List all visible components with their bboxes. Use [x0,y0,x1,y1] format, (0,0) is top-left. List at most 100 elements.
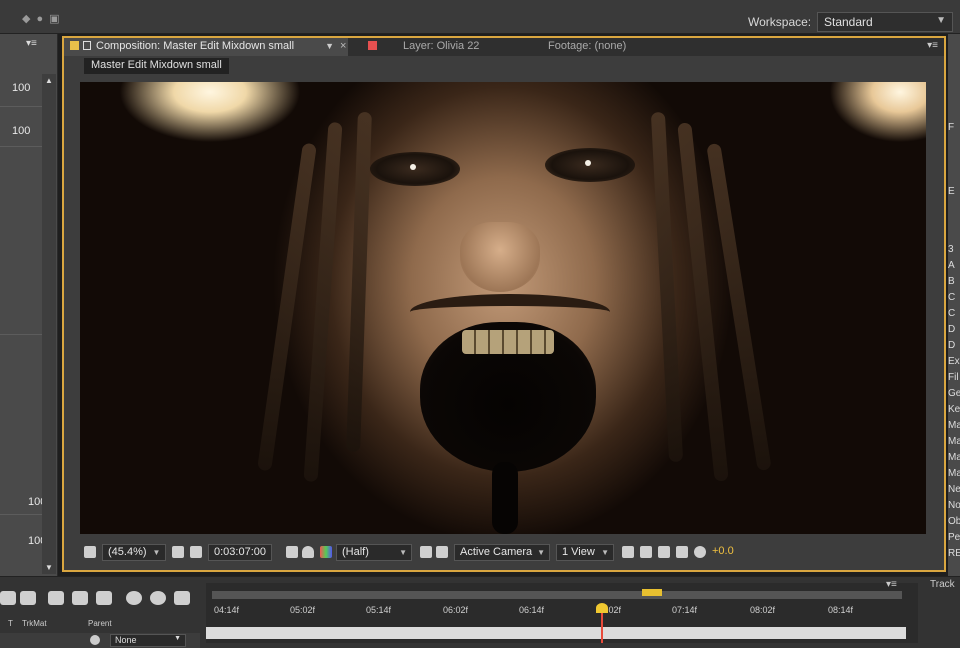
list-item[interactable]: Ma [948,420,960,431]
list-item[interactable]: Ge [948,388,960,399]
list-item[interactable]: A [948,260,955,271]
chevron-down-icon[interactable]: ▼ [325,41,334,51]
comment-icon[interactable] [126,591,142,605]
composition-viewer[interactable] [80,82,926,534]
list-item[interactable]: Ob [948,516,960,527]
chevron-down-icon: ▼ [174,635,181,642]
list-item[interactable]: B [948,276,955,287]
timeline-icon[interactable] [658,546,670,558]
close-icon[interactable]: × [340,40,346,52]
tracker-panel-tab[interactable]: Track [930,579,955,590]
panel-menu-icon[interactable]: ▾≡ [886,579,897,590]
workspace-select[interactable]: Standard ▼ [817,12,953,32]
work-area-bar[interactable] [212,591,902,599]
region-of-interest-icon[interactable] [420,546,432,558]
magnification-select[interactable]: (45.4%) ▼ [102,544,167,561]
effects-presets-panel: F E 3 A B C C D D Ex Fil Ge Ke Ma Ma Ma … [948,34,960,582]
graph-editor-icon[interactable] [174,591,190,605]
mask-visibility-icon[interactable] [190,546,202,558]
resolution-select[interactable]: (Half) ▼ [336,544,412,561]
exposure-value[interactable]: +0.0 [712,545,734,557]
column-trkmat: TrkMat [22,619,47,628]
safe-margins-icon[interactable] [172,546,184,558]
always-preview-icon[interactable] [84,546,96,558]
eye-right [545,148,635,182]
list-item[interactable]: Ne [948,484,960,495]
frame-blending-icon[interactable] [72,591,88,605]
property-value[interactable]: 100 [12,125,30,137]
tick-label: 04:14f [214,605,240,615]
list-item[interactable]: Ke [948,404,960,415]
list-item[interactable]: Ex [948,356,960,367]
list-item[interactable]: E [948,186,955,197]
tick-label: 05:14f [366,605,392,615]
tick-label: 06:14f [519,605,545,615]
parent-select[interactable]: None ▼ [110,634,186,647]
reset-exposure-icon[interactable] [694,546,706,558]
list-item[interactable]: Pers [948,532,960,543]
viewer-toolbar: (45.4%) ▼ 0:03:07:00 (Half) ▼ Active Camer… [80,542,926,564]
draft-3d-icon[interactable] [20,591,36,605]
breadcrumb[interactable]: Master Edit Mixdown small [84,58,229,74]
top-bar: ◆●▣ Workspace: Standard ▼ [0,0,960,34]
panel-menu-icon[interactable]: ▾≡ [927,40,938,51]
workspace-label: Workspace: [748,15,812,29]
composition-icon [70,41,79,50]
panel-menu-icon[interactable]: ▾≡ [26,38,37,49]
tab-composition[interactable]: Composition: Master Edit Mixdown small ▼ [64,38,348,56]
timeline-toolbar [0,585,200,611]
list-item[interactable]: 3 [948,244,954,255]
tab-footage[interactable]: Footage: (none) [542,38,702,56]
scrollbar[interactable]: ▲ ▼ [42,74,56,574]
stopwatch-icon[interactable] [150,591,166,605]
list-item[interactable]: Fil [948,372,959,383]
hide-shy-layers-icon[interactable] [48,591,64,605]
current-time-field[interactable]: 0:03:07:00 [208,544,272,561]
effect-controls-panel: ▾≡ 100 100 100 100 ▲ ▼ [0,34,58,582]
lock-icon[interactable] [83,41,91,50]
work-area-marker-icon[interactable] [642,589,662,596]
pick-whip-icon[interactable] [90,635,100,645]
comp-mini-flowchart-icon[interactable] [0,591,16,605]
fast-previews-icon[interactable] [640,546,652,558]
current-time-indicator[interactable] [596,603,608,613]
snapshot-icon[interactable] [286,546,298,558]
list-item[interactable]: D [948,324,955,335]
list-item[interactable]: RE: [948,548,960,559]
tick-label: 08:14f [828,605,854,615]
resolution-value: (Half) [342,546,369,558]
motion-blur-icon[interactable] [96,591,112,605]
show-snapshot-icon[interactable] [302,546,314,558]
camera-select[interactable]: Active Camera ▼ [454,544,550,561]
chevron-down-icon: ▼ [537,548,545,557]
tab-layer[interactable]: Layer: Olivia 22 [362,38,512,56]
view-layout-select[interactable]: 1 View ▼ [556,544,614,561]
list-item[interactable]: Ma [948,452,960,463]
timeline-panel: T TrkMat Parent None ▼ 04:14f 05:02f 05:1… [0,576,960,648]
current-time-value: 0:03:07:00 [214,546,266,558]
list-item[interactable]: Ma [948,468,960,479]
scroll-down-icon[interactable]: ▼ [45,563,53,572]
tab-layer-label: Layer: Olivia 22 [403,40,480,52]
tick-label: 07:14f [672,605,698,615]
list-item[interactable]: Ma [948,436,960,447]
channel-icon[interactable] [320,546,332,558]
window-controls-icon[interactable]: ◆●▣ [22,12,66,25]
property-value[interactable]: 100 [12,82,30,94]
layer-duration-bar[interactable] [206,627,906,639]
layer-row[interactable]: None ▼ [0,633,200,648]
tab-row: Composition: Master Edit Mixdown small ▼… [64,38,944,56]
list-item[interactable]: C [948,292,955,303]
flowchart-icon[interactable] [676,546,688,558]
parent-value: None [115,635,137,645]
list-item[interactable]: No [948,500,960,511]
list-item[interactable]: D [948,340,955,351]
transparency-grid-icon[interactable] [436,546,448,558]
list-item[interactable]: C [948,308,955,319]
tab-composition-label: Composition: Master Edit Mixdown small [96,40,295,52]
time-ruler[interactable]: 04:14f 05:02f 05:14f 06:02f 06:14f 07:02… [206,583,918,643]
scroll-up-icon[interactable]: ▲ [45,76,53,85]
column-t: T [8,619,13,628]
toggle-pixel-aspect-icon[interactable] [622,546,634,558]
list-item[interactable]: F [948,122,954,133]
